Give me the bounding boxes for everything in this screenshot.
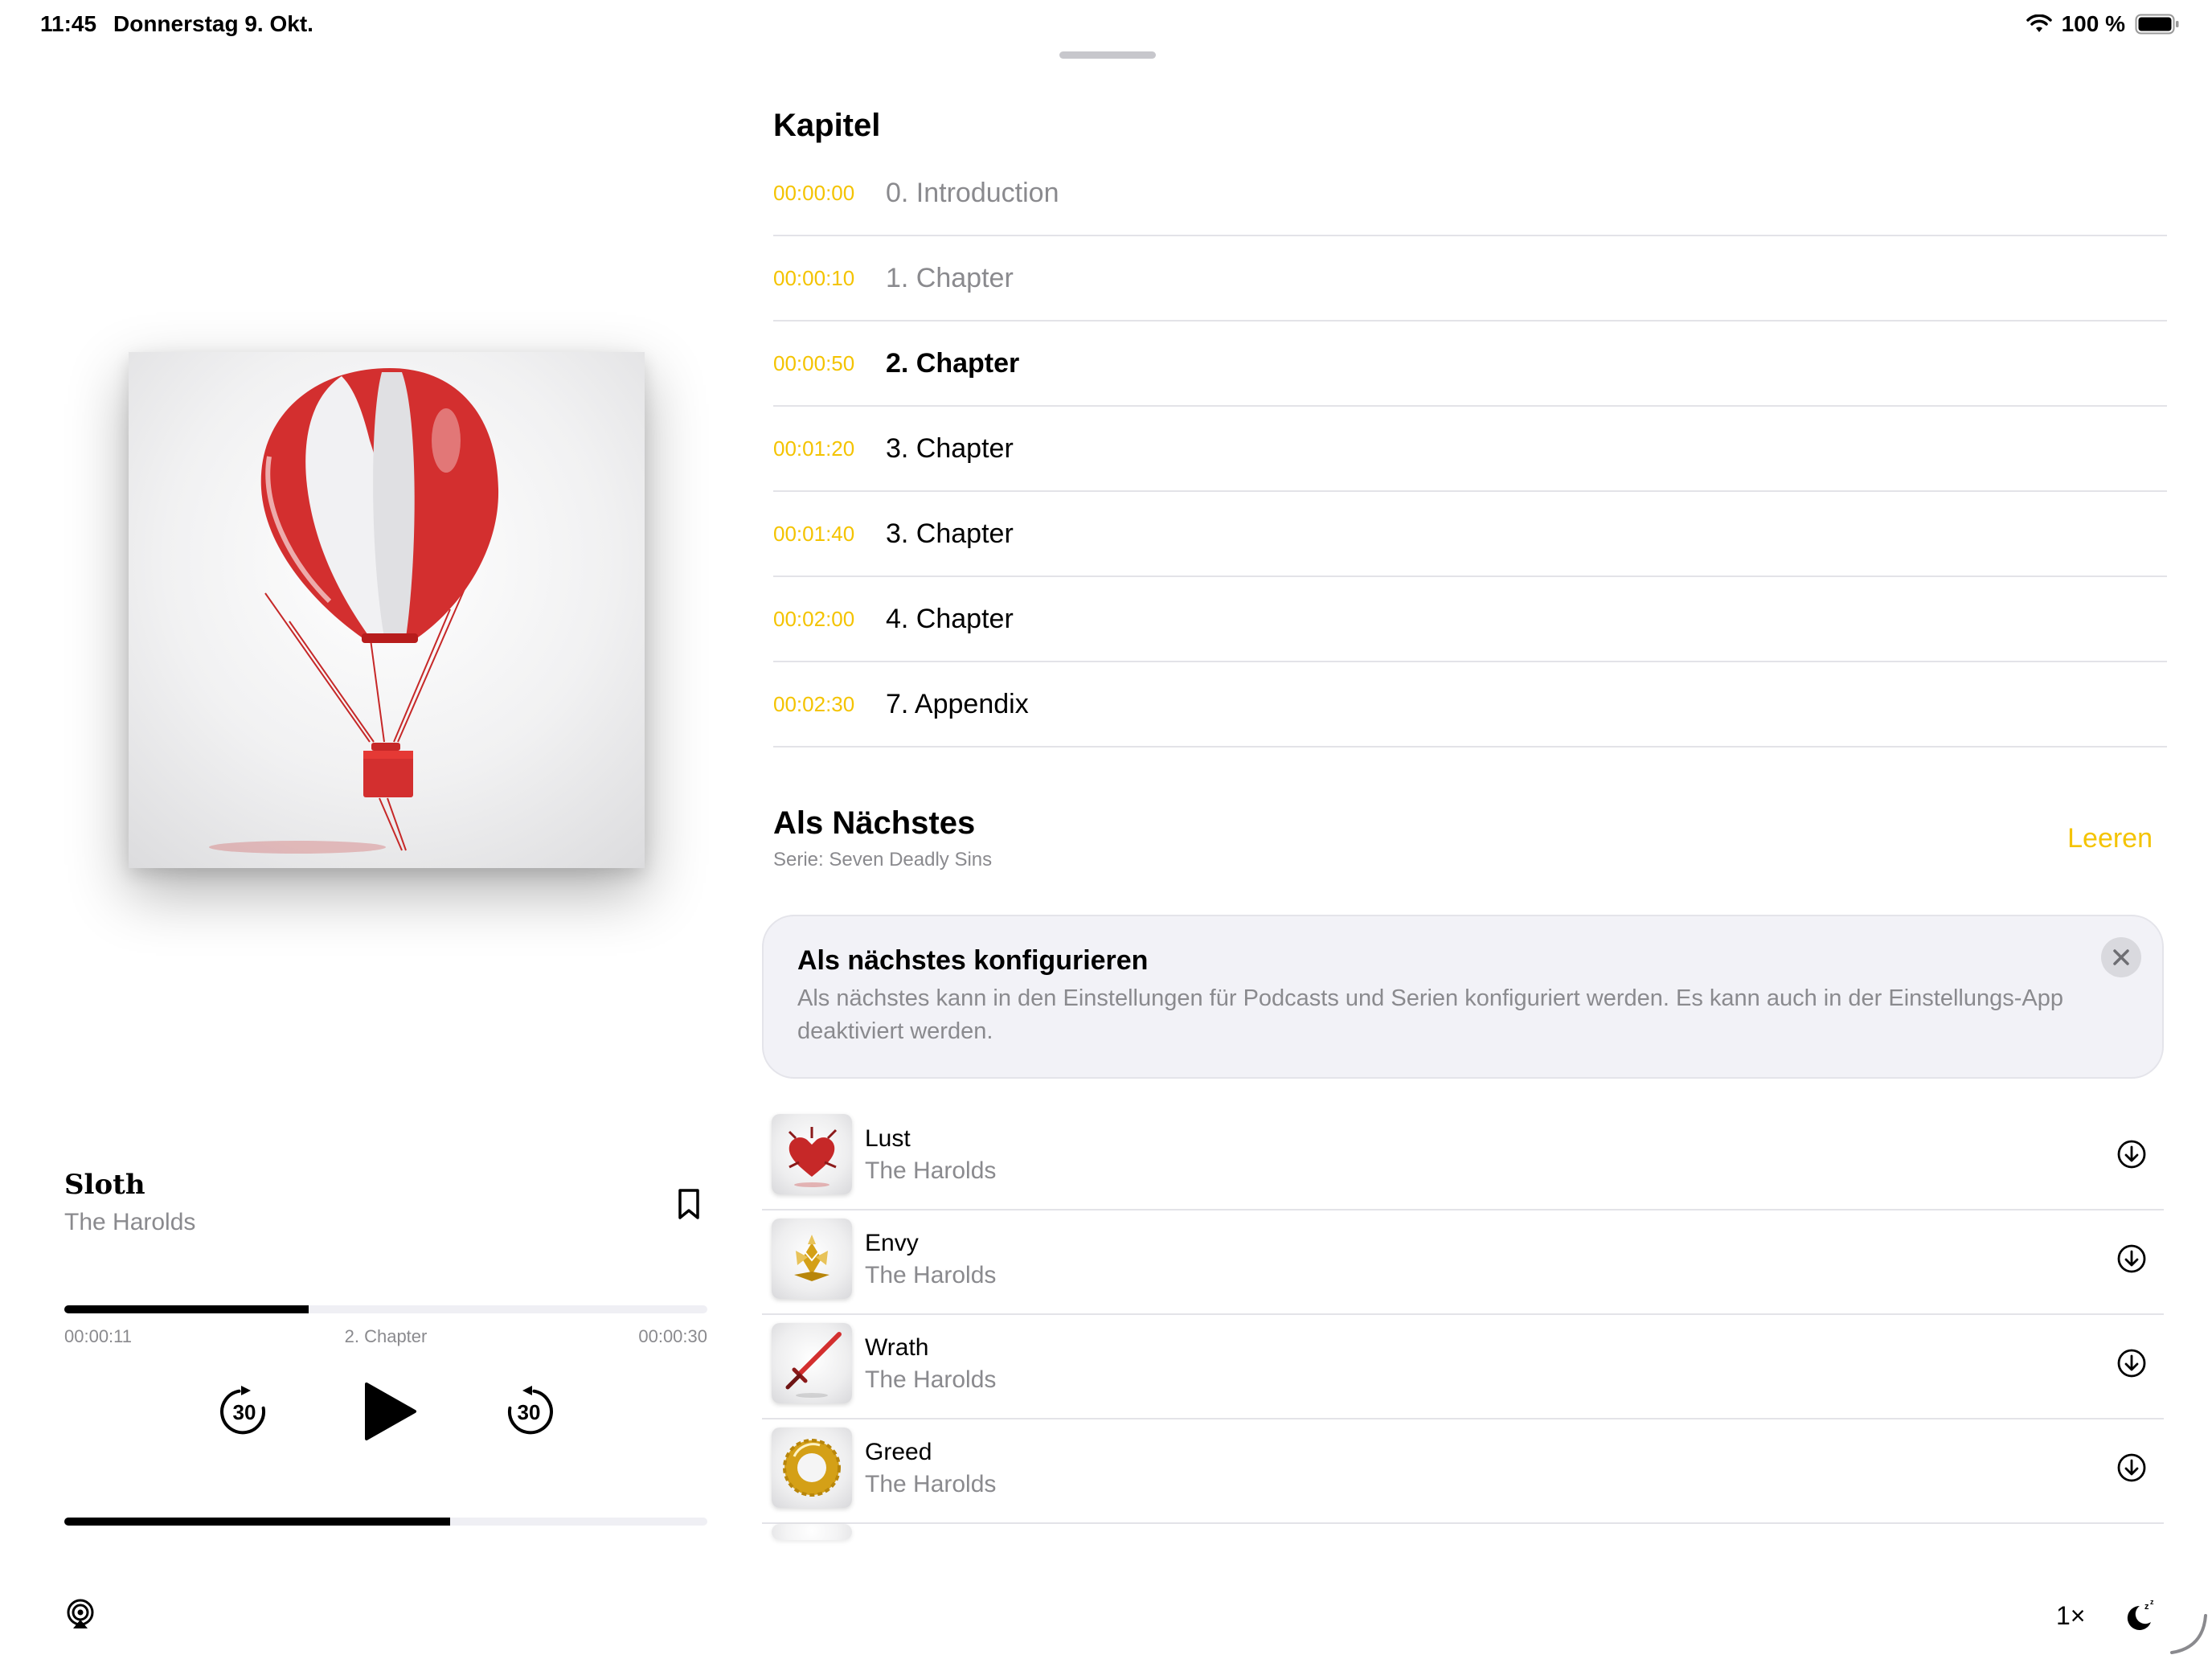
gold-ring-art <box>783 1439 841 1497</box>
skip-back-30-icon: 30 <box>220 1386 266 1435</box>
chapter-row[interactable]: 00:01:20 3. Chapter <box>773 407 2167 492</box>
status-right: 100 % <box>2026 11 2180 37</box>
chapter-row[interactable]: 00:01:40 3. Chapter <box>773 492 2167 577</box>
config-card-title: Als nächstes konfigurieren <box>797 945 1149 976</box>
chapter-row-current[interactable]: 00:00:50 2. Chapter <box>773 322 2167 407</box>
clear-queue-button[interactable]: Leeren <box>2067 823 2153 854</box>
wifi-icon <box>2026 14 2052 32</box>
status-date: Donnerstag 9. Okt. <box>113 11 313 36</box>
heart-art <box>788 1127 838 1187</box>
chapter-name: 3. Chapter <box>886 432 1014 464</box>
resize-handle-icon[interactable] <box>2169 1612 2209 1656</box>
queue-item-title: Wrath <box>865 1334 929 1361</box>
chapter-timestamp: 00:02:30 <box>773 691 855 716</box>
sword-art <box>785 1332 842 1398</box>
chapter-name: 0. Introduction <box>886 177 1059 208</box>
chapter-timestamp: 00:00:00 <box>773 180 855 205</box>
remaining-time: 00:00:30 <box>638 1326 707 1346</box>
queue-item-title: Envy <box>865 1230 919 1256</box>
chapter-timestamp: 00:01:20 <box>773 436 855 461</box>
close-icon <box>2113 949 2129 965</box>
chapter-timestamp: 00:00:50 <box>773 350 855 375</box>
bookmark-icon[interactable] <box>675 1188 703 1220</box>
download-icon[interactable] <box>2116 1347 2148 1379</box>
scrubber-fill <box>64 1305 309 1313</box>
chapter-row[interactable]: 00:00:00 0. Introduction <box>773 151 2167 236</box>
chapter-name: 3. Chapter <box>886 518 1014 549</box>
hot-air-balloon-art <box>209 368 499 854</box>
chapter-timestamp: 00:01:40 <box>773 521 855 546</box>
queue-item[interactable]: Envy The Harolds <box>762 1210 2164 1315</box>
volume-slider[interactable] <box>64 1518 707 1526</box>
skip-back-button[interactable]: 30 <box>219 1384 270 1440</box>
chapter-timestamp: 00:02:00 <box>773 606 855 631</box>
download-icon[interactable] <box>2116 1138 2148 1170</box>
play-button[interactable] <box>360 1381 418 1446</box>
elapsed-time: 00:00:11 <box>64 1326 133 1346</box>
skip-forward-30-icon: 30 <box>507 1386 553 1435</box>
queue-item-title: Lust <box>865 1125 911 1152</box>
chapter-row[interactable]: 00:00:10 1. Chapter <box>773 236 2167 322</box>
queue-item-artist: The Harolds <box>865 1262 997 1288</box>
chapters-heading: Kapitel <box>773 108 881 143</box>
queue-item-artist: The Harolds <box>865 1366 997 1393</box>
episode-title: Sloth <box>64 1169 145 1201</box>
chapter-row[interactable]: 00:02:00 4. Chapter <box>773 577 2167 662</box>
episode-artist[interactable]: The Harolds <box>64 1209 195 1236</box>
chapter-timestamp: 00:00:10 <box>773 265 855 290</box>
queue-item-partial <box>762 1524 2164 1540</box>
queue-item-title: Greed <box>865 1439 932 1465</box>
up-next-heading: Als Nächstes <box>773 805 976 841</box>
up-next-list: Lust The Harolds Envy The Harolds Wrath … <box>762 1106 2164 1540</box>
chapter-list: 00:00:00 0. Introduction 00:00:10 1. Cha… <box>773 151 2167 748</box>
queue-item[interactable]: Greed The Harolds <box>762 1419 2164 1524</box>
sleep-timer-moon-icon: z z <box>2127 1598 2154 1630</box>
status-time: 11:45 <box>40 11 97 36</box>
volume-fill <box>64 1518 450 1526</box>
gold-shards-art <box>794 1235 830 1281</box>
chapter-row[interactable]: 00:02:30 7. Appendix <box>773 662 2167 748</box>
episode-thumbnail <box>772 1219 852 1299</box>
chapter-name: 1. Chapter <box>886 262 1014 293</box>
configure-up-next-card: Als nächstes konfigurieren Als nächstes … <box>762 915 2164 1079</box>
episode-thumbnail <box>772 1114 852 1194</box>
sleep-timer-button[interactable]: z z <box>2122 1598 2157 1637</box>
current-chapter-label: 2. Chapter <box>344 1326 428 1346</box>
svg-text:z: z <box>2150 1598 2154 1606</box>
playback-scrubber[interactable] <box>64 1305 707 1313</box>
download-icon[interactable] <box>2116 1452 2148 1484</box>
config-card-text: Als nächstes kann in den Einstellungen f… <box>797 985 2063 1044</box>
play-icon <box>365 1382 416 1440</box>
queue-item[interactable]: Lust The Harolds <box>762 1106 2164 1210</box>
sheet-grabber[interactable] <box>1059 51 1156 59</box>
chapter-name: 7. Appendix <box>886 688 1029 719</box>
airplay-audio-icon <box>67 1599 94 1628</box>
dismiss-card-button[interactable] <box>2101 937 2141 977</box>
episode-thumbnail <box>772 1524 852 1540</box>
up-next-subtitle: Serie: Seven Deadly Sins <box>773 849 993 870</box>
skip-forward-label: 30 <box>518 1400 541 1424</box>
svg-text:z: z <box>2144 1602 2149 1612</box>
queue-item[interactable]: Wrath The Harolds <box>762 1315 2164 1419</box>
airplay-button[interactable] <box>64 1598 96 1634</box>
queue-item-artist: The Harolds <box>865 1471 997 1497</box>
skip-back-label: 30 <box>233 1400 256 1424</box>
chapter-name: 4. Chapter <box>886 603 1014 634</box>
chapter-name: 2. Chapter <box>886 347 1020 379</box>
podcast-artwork <box>129 352 645 868</box>
episode-thumbnail <box>772 1323 852 1403</box>
skip-forward-button[interactable]: 30 <box>503 1384 555 1440</box>
queue-item-artist: The Harolds <box>865 1157 997 1184</box>
download-icon[interactable] <box>2116 1243 2148 1275</box>
battery-icon <box>2135 14 2179 35</box>
playback-speed-button[interactable]: 1× <box>2056 1601 2085 1631</box>
episode-thumbnail <box>772 1428 852 1508</box>
battery-percent: 100 % <box>2061 11 2125 36</box>
